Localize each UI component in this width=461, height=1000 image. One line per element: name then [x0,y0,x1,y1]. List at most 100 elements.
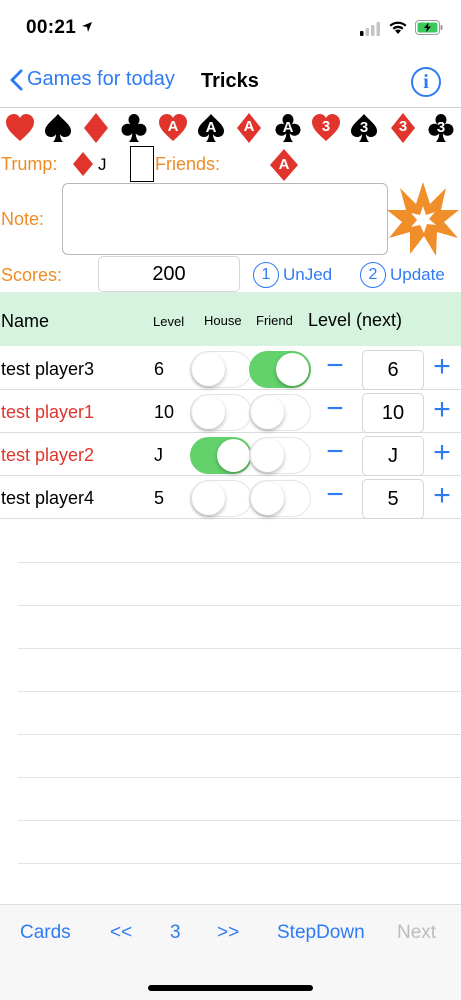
next-page-button[interactable]: >> [217,922,239,944]
trump-label: Trump: [1,154,58,174]
next-button[interactable]: Next [397,922,436,944]
note-textarea[interactable] [62,183,388,255]
card-label: A [282,119,294,136]
explosion-icon[interactable] [386,180,460,258]
friend-card-diamond-a[interactable]: A [268,148,300,181]
card-label: 3 [436,119,446,136]
card-label: 3 [321,118,331,135]
increment-level-button[interactable]: + [430,437,454,471]
decrement-level-button[interactable]: − [323,437,347,471]
toggle-knob [192,482,225,515]
stepdown-button[interactable]: StepDown [277,922,365,944]
table-row: test player3 6−6 + [0,347,461,390]
card-club-a[interactable]: A [272,112,304,144]
table-divider [18,691,461,692]
players-table-header: Name Level House Friend Level (next) [0,292,461,346]
header-level-next: Level (next) [308,310,403,330]
increment-level-button[interactable]: + [430,351,454,385]
table-row: test player4 5−5 + [0,476,461,519]
toggle-knob [217,439,250,472]
unjed-label: UnJed [283,265,333,284]
navigation-bar: Games for today Tricks i [0,58,461,108]
card-label: A [205,119,217,136]
friend-toggle[interactable] [249,480,311,517]
scores-label: Scores: [1,265,63,285]
player-name: test player2 [1,445,95,465]
toggle-knob [251,482,284,515]
card-spade-3[interactable]: 3 [348,112,380,144]
trump-card-slot[interactable] [130,146,154,182]
step-one-icon: 1 [253,262,279,288]
decrement-level-button[interactable]: − [323,480,347,514]
trump-diamond-icon[interactable] [72,151,94,177]
step-two-icon: 2 [360,262,386,288]
player-level: 6 [154,359,165,379]
table-row: test player1 10−10 + [0,390,461,433]
table-divider [18,605,461,606]
previous-page-button[interactable]: << [110,922,132,944]
update-label: Update [390,265,445,284]
house-toggle[interactable] [190,437,252,474]
diamond-icon [84,113,108,143]
page-title: Tricks [201,70,259,92]
note-label: Note: [1,209,45,229]
card-heart-a[interactable]: A [157,112,189,144]
card-spade[interactable] [42,112,74,144]
table-divider [18,734,461,735]
house-toggle[interactable] [190,480,252,517]
player-level: 5 [154,488,165,508]
friends-label: Friends: [155,154,221,174]
home-indicator [148,985,313,991]
header-friend: Friend [256,313,293,328]
back-button-label: Games for today [27,68,175,90]
trump-level: J [98,155,107,174]
card-diamond-3[interactable]: 3 [387,112,419,144]
next-level-input[interactable]: 5 [362,479,424,519]
decrement-level-button[interactable]: − [323,351,347,385]
next-level-input[interactable]: 6 [362,350,424,390]
decrement-level-button[interactable]: − [323,394,347,428]
card-spade-a[interactable]: A [195,112,227,144]
table-row: test player2 J − J + [0,433,461,476]
header-house: House [204,313,242,328]
player-name: test player1 [1,402,95,422]
house-toggle[interactable] [190,394,252,431]
unjed-button[interactable]: 1 UnJed [253,262,332,288]
card-heart[interactable] [4,112,36,144]
card-selector-row: A A A A 3 3 3 3 [0,112,461,144]
card-label: 3 [398,118,408,135]
increment-level-button[interactable]: + [430,394,454,428]
card-diamond[interactable] [80,112,112,144]
cards-button[interactable]: Cards [20,922,71,944]
card-diamond-a[interactable]: A [233,112,265,144]
friend-toggle[interactable] [249,394,311,431]
info-icon[interactable]: i [411,67,441,97]
header-name: Name [1,311,50,331]
back-button[interactable]: Games for today [10,68,175,91]
friend-toggle[interactable] [249,351,311,388]
card-heart-3[interactable]: 3 [310,112,342,144]
next-level-input[interactable]: 10 [362,393,424,433]
heart-icon [6,114,34,141]
player-name: test player3 [1,359,95,379]
spade-icon [45,114,71,142]
next-level-input[interactable]: J [362,436,424,476]
toggle-knob [251,439,284,472]
card-club-3[interactable]: 3 [425,112,457,144]
toggle-knob [251,396,284,429]
toggle-knob [192,353,225,386]
toggle-knob [276,353,309,386]
wifi-icon [389,21,407,34]
page-number: 3 [170,922,181,943]
table-divider [18,648,461,649]
card-club[interactable] [118,112,150,144]
card-label: 3 [359,119,369,136]
house-toggle[interactable] [190,351,252,388]
table-divider [18,562,461,563]
increment-level-button[interactable]: + [430,480,454,514]
table-divider [18,777,461,778]
friend-toggle[interactable] [249,437,311,474]
battery-charging-icon [415,20,443,35]
update-button[interactable]: 2 Update [360,262,445,288]
score-input[interactable]: 200 [98,256,240,292]
